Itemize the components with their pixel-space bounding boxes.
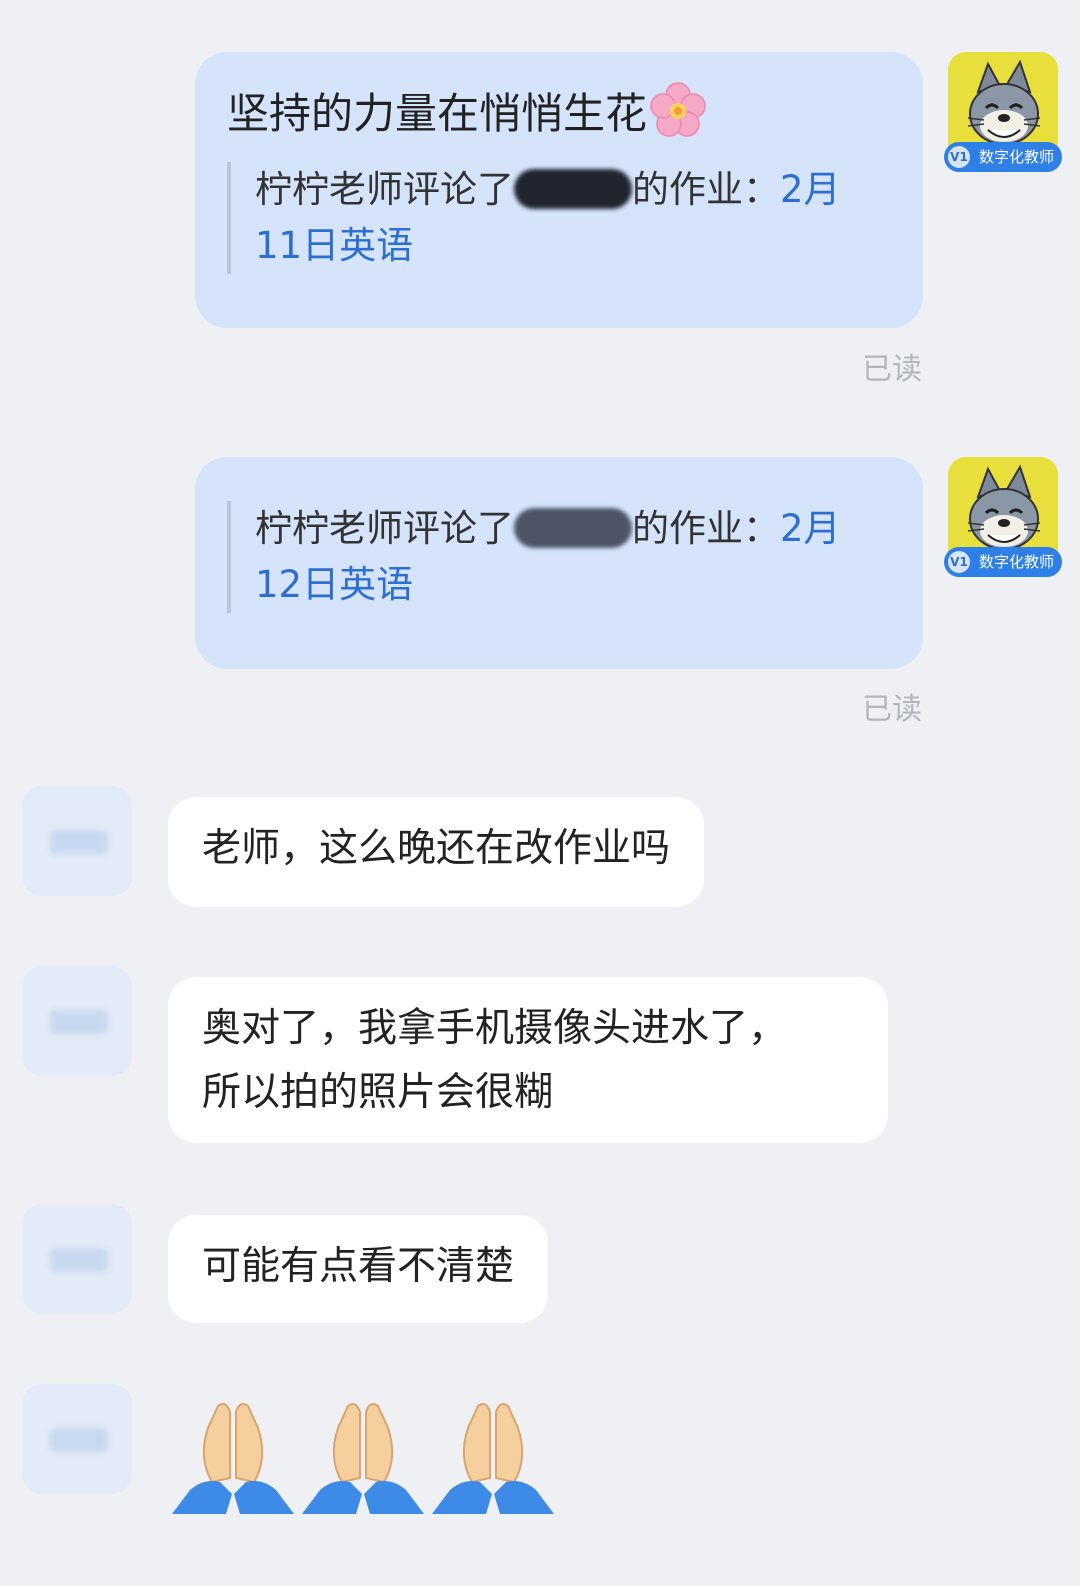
teacher-badge: V1 数字化教师 — [944, 142, 1062, 172]
level-badge: V1 — [948, 551, 970, 573]
cherry-blossom-icon — [649, 82, 707, 140]
homework-comment-card[interactable]: 坚持的力量在悄悄生花 柠柠老师评论了 的作业：2月 11日英语 — [195, 52, 923, 328]
message-bubble[interactable]: 可能有点看不清楚 — [168, 1215, 549, 1323]
parent-avatar[interactable] — [22, 966, 132, 1076]
folded-hands-icon — [428, 1398, 558, 1516]
homework-link-part1[interactable]: 2月 — [780, 507, 841, 550]
parent-avatar[interactable] — [22, 1384, 132, 1494]
chat-thread: V1 数字化教师 坚持的力量在悄悄生花 柠柠老师评论了的作业：2月11日英语 — [0, 0, 1080, 1586]
comment-suffix: 的作业： — [632, 168, 780, 211]
teacher-avatar[interactable]: V1 数字化教师 — [944, 52, 1062, 172]
teacher-avatar[interactable]: V1 数字化教师 — [944, 457, 1062, 577]
card-title: 坚持的力量在悄悄生花 — [227, 80, 707, 141]
parent-avatar[interactable] — [22, 1204, 132, 1314]
parent-avatar[interactable] — [22, 786, 132, 896]
read-status: 已读 — [862, 692, 922, 727]
blurred-avatar-image — [50, 1010, 108, 1034]
comment-prefix: 柠柠老师评论了 — [255, 507, 514, 550]
comment-quote: 柠柠老师评论了 的作业：2月 11日英语 — [227, 162, 847, 274]
teacher-badge: V1 数字化教师 — [944, 547, 1062, 577]
folded-hands-icon — [298, 1398, 428, 1516]
blurred-avatar-image — [50, 1428, 108, 1452]
homework-link-part2[interactable]: 12日英语 — [255, 563, 413, 606]
message-text-line2: 所以拍的照片会很糊 — [202, 1070, 554, 1115]
badge-label: 数字化教师 — [978, 148, 1054, 166]
message-text: 可能有点看不清楚 — [202, 1244, 515, 1289]
message-text: 老师，这么晚还在改作业吗 — [202, 826, 671, 871]
badge-label: 数字化教师 — [978, 553, 1054, 571]
blurred-avatar-image — [50, 830, 108, 854]
comment-suffix: 的作业： — [632, 507, 780, 550]
redacted-student-name — [514, 169, 632, 209]
homework-link-part2[interactable]: 11日英语 — [255, 224, 413, 267]
folded-hands-icon — [168, 1398, 298, 1516]
comment-prefix: 柠柠老师评论了 — [255, 168, 514, 211]
comment-quote: 柠柠老师评论了 的作业：2月 12日英语 — [227, 501, 847, 613]
message-bubble[interactable]: 奥对了，我拿手机摄像头进水了， 所以拍的照片会很糊 — [168, 977, 888, 1143]
level-badge: V1 — [948, 146, 970, 168]
redacted-student-name — [514, 508, 632, 548]
blurred-avatar-image — [50, 1248, 108, 1272]
message-text-line1: 奥对了，我拿手机摄像头进水了， — [202, 1006, 788, 1051]
homework-link-part1[interactable]: 2月 — [780, 168, 841, 211]
card-title-text: 坚持的力量在悄悄生花 — [227, 89, 648, 138]
emoji-message[interactable] — [168, 1398, 568, 1516]
message-bubble[interactable]: 老师，这么晚还在改作业吗 — [168, 797, 705, 907]
read-status: 已读 — [862, 352, 922, 387]
homework-comment-card[interactable]: 柠柠老师评论了 的作业：2月 12日英语 — [195, 457, 923, 669]
